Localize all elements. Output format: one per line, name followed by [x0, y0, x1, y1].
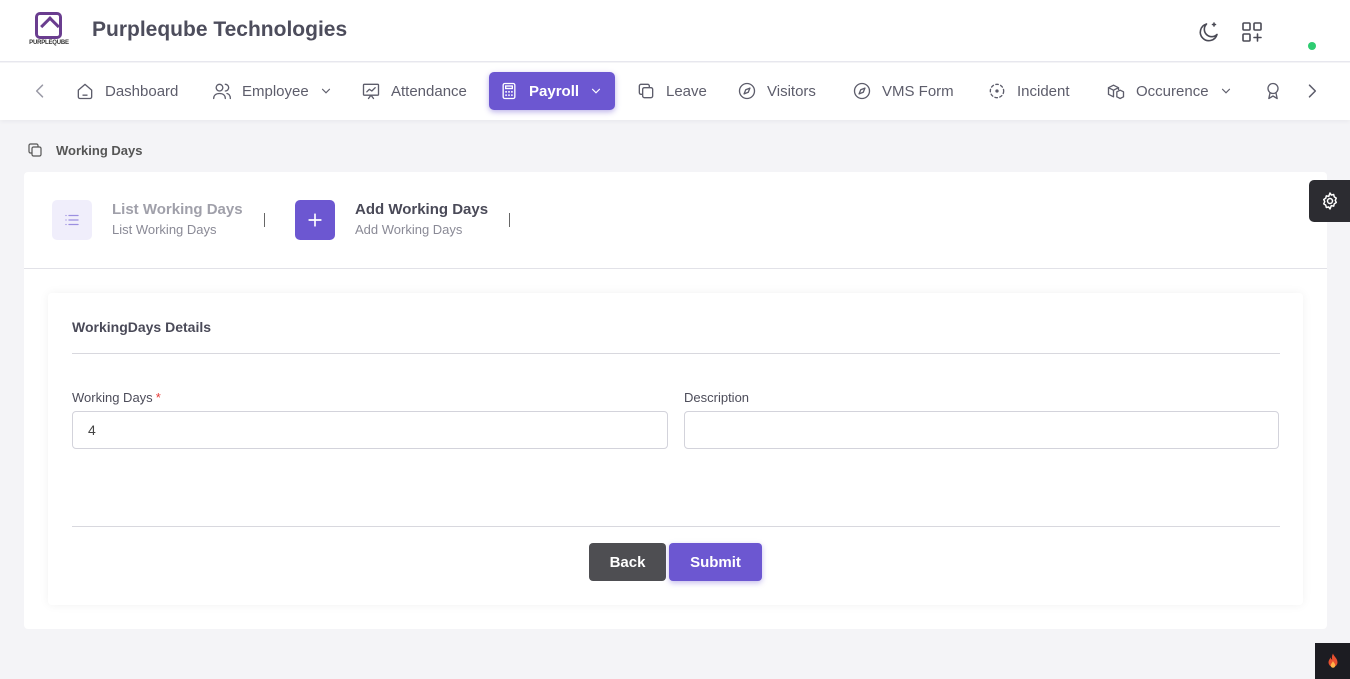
- compass-icon: [853, 82, 871, 100]
- settings-panel-toggle[interactable]: [1309, 180, 1350, 222]
- required-mark: *: [155, 390, 161, 405]
- company-name: Purpleqube Technologies: [92, 18, 348, 41]
- working-days-input[interactable]: [72, 411, 668, 449]
- top-header: PURPLEQUBE Purpleqube Technologies: [0, 0, 1350, 62]
- nav-label: Payroll: [529, 82, 580, 100]
- tab-add-working-days[interactable]: [295, 200, 335, 240]
- description-input[interactable]: [684, 411, 1279, 449]
- tab-divider: [264, 213, 265, 227]
- tab-subtitle-add: Add Working Days: [355, 222, 463, 237]
- main-card: List Working Days List Working Days Add …: [24, 172, 1327, 629]
- tab-subtitle-list: List Working Days: [112, 222, 217, 237]
- flame-icon: [1328, 653, 1337, 668]
- nav-item-leave[interactable]: Leave: [626, 72, 717, 110]
- nav-label: Attendance: [391, 82, 467, 100]
- divider: [72, 353, 1280, 354]
- working-days-form: WorkingDays Details Working Days* Descri…: [48, 293, 1303, 605]
- gear-icon: [1322, 192, 1337, 210]
- logo-mark: [35, 12, 62, 39]
- main-nav: Dashboard Employee Attendance Payroll Le…: [0, 63, 1350, 120]
- page-tabs: List Working Days List Working Days Add …: [24, 172, 1327, 269]
- plus-icon: [308, 213, 322, 227]
- chevron-down-icon: [321, 88, 330, 94]
- logo-text: PURPLEQUBE: [29, 40, 69, 46]
- boxes-icon: [1107, 84, 1125, 100]
- nav-item-employee[interactable]: Employee: [202, 72, 343, 110]
- home-icon: [77, 83, 93, 100]
- divider: [72, 526, 1280, 527]
- breadcrumb-label: Working Days: [56, 142, 143, 158]
- chevron-down-icon: [591, 88, 601, 94]
- back-button[interactable]: Back: [589, 543, 666, 581]
- description-label: Description: [684, 390, 750, 405]
- nav-item-attendance[interactable]: Attendance: [351, 72, 477, 110]
- nav-item-dashboard[interactable]: Dashboard: [65, 72, 188, 110]
- nav-item-awards[interactable]: [1253, 72, 1303, 110]
- calculator-icon: [502, 82, 516, 100]
- flame-widget[interactable]: [1315, 643, 1350, 679]
- tab-list-working-days[interactable]: [52, 200, 92, 240]
- nav-scroll-right-icon[interactable]: [1302, 81, 1322, 101]
- nav-label: Leave: [666, 82, 707, 100]
- online-status-dot: [1308, 42, 1316, 50]
- nav-item-vms-form[interactable]: VMS Form: [842, 72, 964, 110]
- nav-item-payroll[interactable]: Payroll: [489, 72, 615, 110]
- nav-label: Visitors: [767, 82, 816, 100]
- presentation-chart-icon: [362, 83, 380, 100]
- working-days-label-text: Working Days: [72, 390, 153, 405]
- copy-icon: [638, 83, 654, 99]
- copy-icon: [28, 143, 42, 157]
- focus-icon: [989, 83, 1005, 99]
- nav-label: VMS Form: [882, 82, 954, 100]
- nav-label: Incident: [1017, 82, 1070, 100]
- tab-title-list[interactable]: List Working Days: [112, 201, 243, 218]
- company-logo[interactable]: PURPLEQUBE: [28, 10, 70, 52]
- breadcrumb: Working Days: [26, 141, 142, 159]
- nav-item-incident[interactable]: Incident: [977, 72, 1080, 110]
- nav-scroll-left-icon[interactable]: [30, 81, 50, 101]
- tab-title-add[interactable]: Add Working Days: [355, 201, 488, 218]
- users-icon: [213, 83, 231, 100]
- compass-icon: [738, 82, 756, 100]
- tab-divider: [509, 213, 510, 227]
- submit-button[interactable]: Submit: [669, 543, 762, 581]
- award-icon: [1267, 82, 1279, 100]
- nav-label: Employee: [242, 82, 309, 100]
- chevron-down-icon: [1221, 88, 1230, 94]
- moon-icon[interactable]: [1197, 20, 1221, 44]
- nav-label: Dashboard: [105, 82, 179, 100]
- nav-item-occurence[interactable]: Occurence: [1096, 72, 1243, 110]
- working-days-label: Working Days *: [72, 390, 161, 405]
- list-icon: [65, 214, 79, 226]
- nav-item-visitors[interactable]: Visitors: [727, 72, 826, 110]
- nav-label: Occurence: [1136, 82, 1209, 100]
- apps-grid-icon[interactable]: [1240, 20, 1264, 44]
- section-title: WorkingDays Details: [72, 319, 212, 335]
